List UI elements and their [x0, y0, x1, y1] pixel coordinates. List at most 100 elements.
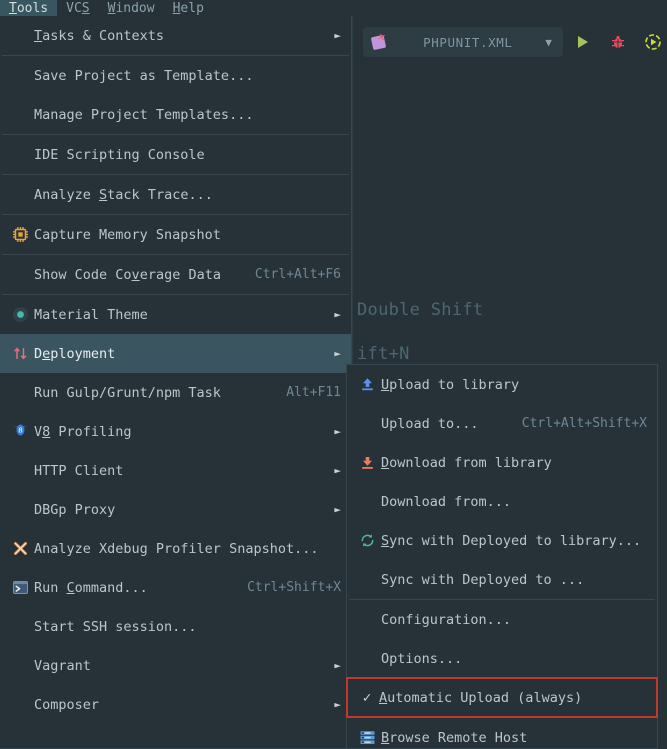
menu-item-capture-memory-snapshot[interactable]: Capture Memory Snapshot [0, 215, 351, 254]
terminal-icon [8, 578, 32, 598]
material-theme-icon [8, 305, 32, 325]
chevron-right-icon: ► [334, 659, 341, 672]
menu-item-options[interactable]: Options... [347, 639, 657, 678]
menu-item-label: Deployment [34, 345, 116, 362]
upload-arrow-icon [355, 375, 379, 395]
menu-item-manage-project-templates[interactable]: Manage Project Templates... [0, 95, 351, 134]
menu-item-sync-with-deployed-to[interactable]: Sync with Deployed to ... [347, 560, 657, 599]
menu-item-label: Sync with Deployed to library... [381, 532, 642, 549]
menubar-tools-label-rest: ools [16, 1, 49, 16]
menu-item-analyze-stack-trace[interactable]: Analyze Stack Trace... [0, 175, 351, 214]
menubar-item-help[interactable]: Help [164, 0, 213, 16]
menubar-item-vcs[interactable]: VCS [57, 0, 98, 16]
menu-item-label: IDE Scripting Console [34, 146, 205, 163]
menu-item-composer[interactable]: Composer ► [0, 685, 351, 724]
run-configuration-selector[interactable]: ✕ PHPUNIT.XML ▼ [363, 27, 563, 57]
main-toolbar: ✕ PHPUNIT.XML ▼ [352, 16, 667, 68]
no-icon [8, 105, 32, 125]
menu-item-deployment[interactable]: Deployment ► [0, 334, 351, 373]
menu-item-start-ssh-session[interactable]: Start SSH session... [0, 607, 351, 646]
menu-item-label: Download from library [381, 454, 552, 471]
coverage-button[interactable] [639, 27, 667, 57]
bug-icon [612, 36, 625, 48]
menu-item-download-from-library[interactable]: Download from library [347, 443, 657, 482]
menu-item-download-from[interactable]: Download from... [347, 482, 657, 521]
deployment-arrows-icon [8, 344, 32, 364]
no-icon [8, 66, 32, 86]
no-icon [355, 414, 379, 434]
debug-button[interactable] [604, 27, 633, 57]
menu-item-label: Start SSH session... [34, 618, 197, 635]
no-icon [8, 617, 32, 637]
menu-item-label: V8 Profiling [34, 423, 132, 440]
menu-item-show-code-coverage-data[interactable]: Show Code Coverage Data Ctrl+Alt+F6 [0, 255, 351, 294]
menu-item-label: Sync with Deployed to ... [381, 571, 585, 588]
menu-item-run-gulp-grunt-npm-task[interactable]: Run Gulp/Grunt/npm Task Alt+F11 [0, 373, 351, 412]
menu-item-label: Composer [34, 696, 100, 713]
chevron-right-icon: ► [334, 503, 341, 516]
editor-hint-double-shift: Double Shift [357, 300, 484, 320]
deployment-submenu: Upload to library Upload to... Ctrl+Alt+Sh… [346, 364, 658, 749]
menu-item-upload-to[interactable]: Upload to... Ctrl+Alt+Shift+X [347, 404, 657, 443]
xdebug-icon [8, 539, 32, 559]
play-icon [578, 36, 589, 48]
chevron-right-icon: ► [334, 464, 341, 477]
menu-item-automatic-upload-always[interactable]: ✓ Automatic Upload (always) [346, 677, 658, 718]
no-icon [8, 145, 32, 165]
chevron-down-icon[interactable]: ▼ [541, 36, 557, 49]
menu-item-label: Upload to library [381, 376, 520, 393]
menu-item-dbgp-proxy[interactable]: DBGp Proxy ► [0, 490, 351, 529]
menu-bar: Tools VCS Window Help [0, 0, 352, 16]
remote-host-icon [355, 728, 379, 748]
menu-item-label: HTTP Client [34, 462, 124, 479]
menu-item-run-command[interactable]: Run Command... Ctrl+Shift+X [0, 568, 351, 607]
no-icon [355, 570, 379, 590]
menu-item-label: Save Project as Template... [34, 67, 254, 84]
menu-item-label: Run Command... [34, 579, 148, 596]
download-arrow-icon [355, 453, 379, 473]
menu-item-analyze-xdebug-profiler-snapshot[interactable]: Analyze Xdebug Profiler Snapshot... [0, 529, 351, 568]
check-icon: ✓ [362, 689, 372, 706]
no-icon [8, 656, 32, 676]
menu-item-v8-profiling[interactable]: 8 V8 Profiling ► [0, 412, 351, 451]
menu-item-save-project-as-template[interactable]: Save Project as Template... [0, 56, 351, 95]
menu-item-vagrant[interactable]: Vagrant ► [0, 646, 351, 685]
chevron-right-icon: ► [334, 425, 341, 438]
menu-item-shortcut: Ctrl+Alt+F6 [254, 267, 341, 282]
no-icon [355, 649, 379, 669]
no-icon [8, 695, 32, 715]
menu-item-upload-to-library[interactable]: Upload to library [347, 365, 657, 404]
menu-item-browse-remote-host[interactable]: Browse Remote Host [347, 718, 657, 749]
menu-item-material-theme[interactable]: Material Theme ► [0, 295, 351, 334]
menu-item-tasks-contexts[interactable]: Tasks & Contexts ► [0, 16, 351, 55]
ide-window: Double Shift ift+N ✕ PHPUNIT.XML ▼ Tools… [0, 0, 667, 749]
no-icon [8, 500, 32, 520]
menu-item-label: Vagrant [34, 657, 91, 674]
run-button[interactable] [569, 27, 598, 57]
menu-item-label: Capture Memory Snapshot [34, 226, 221, 243]
menu-item-shortcut: Ctrl+Alt+Shift+X [521, 416, 647, 431]
menu-item-label: Browse Remote Host [381, 729, 528, 746]
no-icon [355, 610, 379, 630]
menu-item-label: Run Gulp/Grunt/npm Task [34, 384, 221, 401]
menubar-item-tools[interactable]: Tools [0, 0, 58, 16]
menu-item-sync-with-deployed-to-library[interactable]: Sync with Deployed to library... [347, 521, 657, 560]
menu-item-label: Configuration... [381, 611, 512, 628]
menu-item-label: Analyze Stack Trace... [34, 186, 213, 203]
menubar-item-window[interactable]: Window [99, 0, 164, 16]
chevron-right-icon: ► [334, 347, 341, 360]
menu-item-label: Manage Project Templates... [34, 106, 254, 123]
no-icon [355, 492, 379, 512]
menu-item-http-client[interactable]: HTTP Client ► [0, 451, 351, 490]
menu-item-label: Material Theme [34, 306, 148, 323]
editor-hint-shift-n: ift+N [357, 344, 410, 364]
menu-item-ide-scripting-console[interactable]: IDE Scripting Console [0, 135, 351, 174]
no-icon [8, 461, 32, 481]
menu-item-configuration[interactable]: Configuration... [347, 600, 657, 639]
menu-item-label: Upload to... [381, 415, 479, 432]
no-icon [8, 185, 32, 205]
sync-icon [355, 531, 379, 551]
menu-item-label: Options... [381, 650, 463, 667]
chevron-right-icon: ► [334, 29, 341, 42]
coverage-icon [645, 34, 662, 50]
